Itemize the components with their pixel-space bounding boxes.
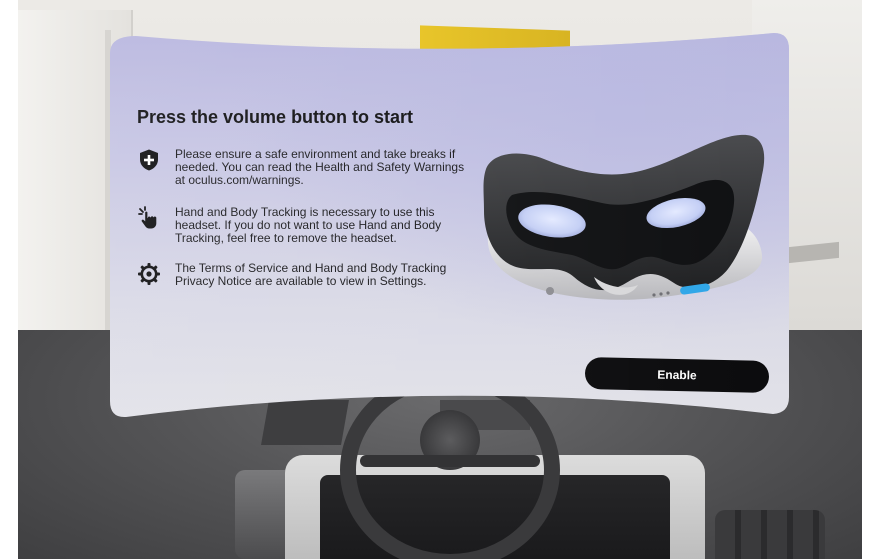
steering-spoke <box>360 455 540 467</box>
tracking-item: Hand and Body Tracking is necessary to u… <box>137 206 467 250</box>
frame-left <box>0 0 18 559</box>
gear-icon <box>137 262 161 286</box>
terms-item: The Terms of Service and Hand and Body T… <box>137 262 467 306</box>
safety-item: Please ensure a safe environment and tak… <box>137 148 467 192</box>
hand-tap-icon <box>137 206 161 230</box>
safety-text: Please ensure a safe environment and tak… <box>175 147 465 187</box>
floor-pads <box>715 510 825 559</box>
vr-headset-image <box>478 127 770 317</box>
floor-mat <box>261 400 349 445</box>
setup-panel: Press the volume button to start Please … <box>110 31 789 417</box>
tracking-text: Hand and Body Tracking is necessary to u… <box>175 205 442 245</box>
terms-text: The Terms of Service and Hand and Body T… <box>175 261 447 288</box>
frame-right <box>862 0 869 559</box>
enable-button[interactable]: Enable <box>585 357 770 393</box>
panel-title: Press the volume button to start <box>137 107 414 127</box>
shield-plus-icon <box>137 148 161 172</box>
